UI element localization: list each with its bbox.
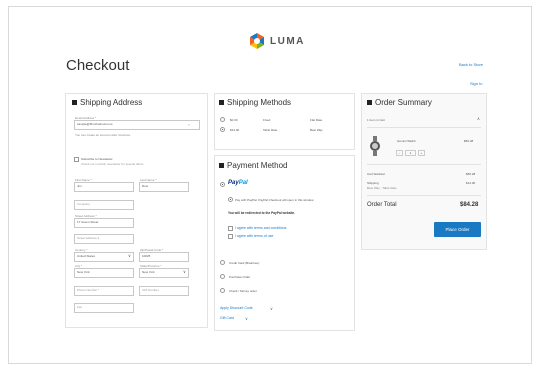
paypal-description: Pay with PayPal. PayPal Checkout will op…: [235, 198, 315, 202]
items-in-cart[interactable]: 1 Item in Cart: [367, 118, 385, 122]
payment-method-title: Payment Method: [219, 161, 287, 170]
shipping-sub-label: Best Way - Table Rate: [367, 186, 397, 190]
section-square-icon: [72, 100, 77, 105]
qty-decrease-button[interactable]: −: [396, 150, 403, 156]
shipping-radio-flatrate[interactable]: [220, 117, 225, 122]
terms-link[interactable]: I agree with terms and conditions: [235, 226, 286, 230]
paypal-redirect-note: You will be redirected to the PayPal web…: [228, 211, 296, 215]
paypal-logo-text-accent: Pal: [238, 180, 248, 186]
gift-card-link[interactable]: Gift Card: [220, 316, 234, 320]
payment-radio-option[interactable]: [220, 274, 225, 279]
newsletter-note: Check our monthly newsletter for special…: [81, 162, 145, 166]
order-summary-title: Order Summary: [367, 98, 432, 107]
qty-increase-button[interactable]: +: [418, 150, 425, 156]
shipping-price: $14.00: [230, 128, 240, 132]
sign-in-link[interactable]: Sign In: [470, 81, 482, 86]
zip-field[interactable]: 10025: [139, 252, 189, 262]
shipping-method: Fixed: [263, 118, 271, 122]
phone-field[interactable]: Phone Number *: [74, 286, 134, 296]
newsletter-checkbox[interactable]: [74, 157, 79, 162]
product-name: Gemini Watch: [397, 139, 416, 143]
first-name-field[interactable]: Jim: [74, 182, 134, 192]
paypal-option-radio[interactable]: [228, 197, 233, 202]
chevron-down-icon: ∨: [183, 269, 186, 274]
order-total-value: $84.28: [460, 202, 479, 208]
cart-subtotal-label: Cart Subtotal: [367, 172, 385, 176]
shipping-carrier: Flat Rate: [310, 118, 323, 122]
state-select[interactable]: New York: [139, 268, 189, 278]
paypal-radio[interactable]: [220, 182, 225, 187]
help-icon[interactable]: ?: [188, 123, 190, 127]
shipping-label: Shipping: [367, 181, 379, 185]
fax-field[interactable]: Fax: [74, 303, 134, 313]
shipping-carrier: Best Way: [310, 128, 323, 132]
place-order-button[interactable]: Place Order: [434, 222, 481, 237]
shipping-price: $0.00: [230, 118, 238, 122]
chevron-down-icon: ∨: [128, 253, 131, 258]
divider: [367, 164, 481, 165]
terms-checkbox[interactable]: [228, 226, 233, 231]
shipping-methods-title: Shipping Methods: [219, 98, 291, 107]
privacy-link[interactable]: I agree with terms of use: [235, 234, 273, 238]
email-field[interactable]: sample@fdmchodouzu.me: [74, 120, 200, 130]
page-title: Checkout: [66, 57, 130, 74]
chevron-up-icon[interactable]: ∧: [477, 116, 480, 121]
shipping-value: $14.00: [466, 181, 476, 185]
email-note: You can create an account after checkout…: [75, 133, 131, 137]
qty-field[interactable]: 1: [405, 150, 416, 156]
shipping-methods-heading: Shipping Methods: [227, 98, 292, 107]
section-square-icon: [367, 100, 372, 105]
back-to-store-link[interactable]: Back to Store: [459, 62, 483, 67]
street2-field[interactable]: Street Address 2: [74, 234, 134, 244]
brand-name: LUMA: [270, 35, 305, 47]
payment-option-label: Check / Money order: [229, 289, 257, 293]
order-summary-heading: Order Summary: [375, 98, 432, 107]
country-select[interactable]: United States: [74, 252, 134, 262]
privacy-checkbox[interactable]: [228, 234, 233, 239]
divider: [367, 195, 481, 196]
paypal-logo-text: Pay: [228, 180, 239, 186]
product-thumbnail: [369, 136, 381, 156]
section-square-icon: [219, 163, 224, 168]
payment-radio-option[interactable]: [220, 288, 225, 293]
product-price: $56.28: [464, 139, 474, 143]
company-field[interactable]: Company: [74, 200, 134, 210]
shipping-radio-tablerate[interactable]: [220, 127, 225, 132]
divider: [367, 127, 481, 128]
chevron-down-icon[interactable]: ∨: [270, 306, 273, 311]
newsletter-label: Subscribe to Newsletter: [81, 157, 113, 161]
luma-logo[interactable]: LUMA: [249, 33, 305, 49]
payment-radio-option[interactable]: [220, 260, 225, 265]
shipping-method: Table Rate: [263, 128, 278, 132]
city-field[interactable]: New York: [74, 268, 134, 278]
luma-logo-icon: [249, 33, 265, 49]
order-total-label: Order Total: [367, 202, 397, 208]
last-name-field[interactable]: Dow: [139, 182, 189, 192]
street-field[interactable]: 17 Green Street: [74, 218, 134, 228]
vat-field[interactable]: VAT Number: [139, 286, 189, 296]
paypal-logo: PayPal: [228, 180, 248, 186]
discount-code-link[interactable]: Apply Discount Code: [220, 306, 253, 310]
payment-method-heading: Payment Method: [227, 161, 288, 170]
shipping-address-title: Shipping Address: [72, 98, 142, 107]
cart-subtotal-value: $56.28: [466, 172, 476, 176]
section-square-icon: [219, 100, 224, 105]
shipping-address-heading: Shipping Address: [80, 98, 143, 107]
payment-option-label: Purchase Order: [229, 275, 251, 279]
payment-option-label: Credit Card (Braintree): [229, 261, 260, 265]
chevron-down-icon[interactable]: ∨: [245, 316, 248, 321]
